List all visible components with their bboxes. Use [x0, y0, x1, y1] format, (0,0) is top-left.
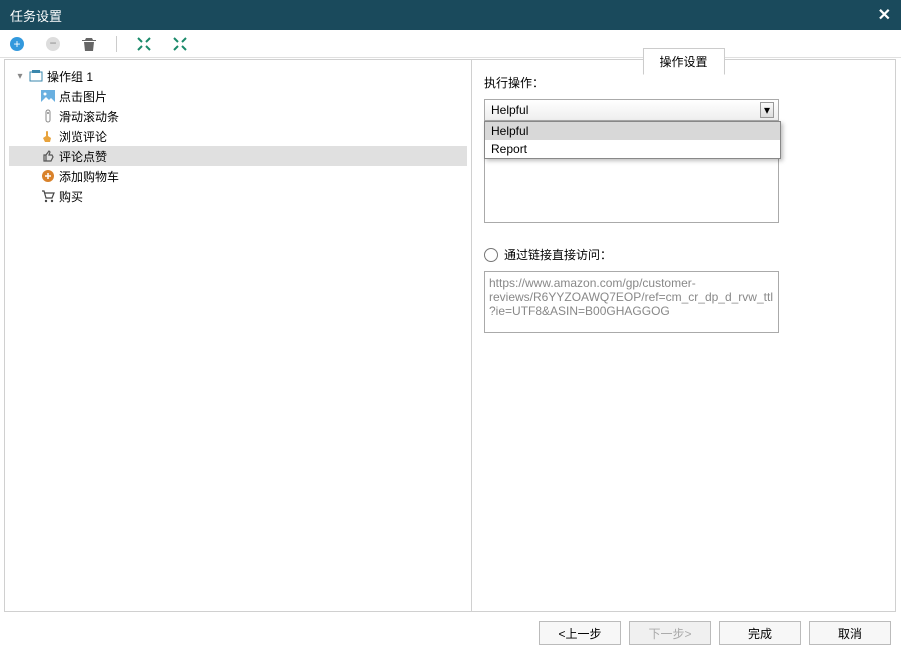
footer-buttons: <上一步 下一步> 完成 取消 [539, 621, 891, 645]
tree-item-browse-review[interactable]: 浏览评论 [9, 126, 467, 146]
tree-item-label: 评论点赞 [57, 148, 107, 165]
separator [116, 36, 117, 52]
tree-item-label: 滑动滚动条 [57, 108, 119, 125]
tree-panel: ▾ 操作组 1 点击图片 滑动滚动条 浏览评论 [4, 59, 472, 612]
tree-item-add-cart[interactable]: 添加购物车 [9, 166, 467, 186]
action-dropdown: Helpful Report [484, 121, 781, 159]
action-textarea[interactable] [484, 153, 779, 223]
title-bar: 任务设置 ✕ [0, 0, 901, 30]
tree-root[interactable]: ▾ 操作组 1 [9, 66, 467, 86]
tree-item-label: 点击图片 [57, 88, 107, 105]
tree-item-scroll[interactable]: 滑动滚动条 [9, 106, 467, 126]
settings-form: 执行操作： Helpful ▾ Helpful Report 通过链接直接访问： [472, 60, 895, 336]
add-button[interactable]: + [8, 35, 26, 53]
scroll-icon [39, 108, 57, 124]
toolbar: + − [0, 30, 901, 58]
cart-icon [39, 188, 57, 204]
finish-button[interactable]: 完成 [719, 621, 801, 645]
window-title: 任务设置 [10, 6, 62, 25]
cancel-button[interactable]: 取消 [809, 621, 891, 645]
tree-root-label: 操作组 1 [45, 68, 93, 85]
exec-action-label: 执行操作： [484, 74, 883, 91]
settings-panel: 操作设置 执行操作： Helpful ▾ Helpful Report 通过链接… [471, 59, 896, 612]
thumb-icon [39, 148, 57, 164]
link-textarea[interactable] [484, 271, 779, 333]
next-button: 下一步> [629, 621, 711, 645]
tree-item-click-image[interactable]: 点击图片 [9, 86, 467, 106]
collapse-toggle-icon[interactable]: ▾ [13, 71, 27, 82]
prev-button[interactable]: <上一步 [539, 621, 621, 645]
tree-item-buy[interactable]: 购买 [9, 186, 467, 206]
cart-add-icon [39, 168, 57, 184]
chevron-down-icon: ▾ [760, 102, 774, 118]
main-area: ▾ 操作组 1 点击图片 滑动滚动条 浏览评论 [0, 58, 901, 613]
plus-icon: + [10, 37, 24, 51]
action-select[interactable]: Helpful ▾ [484, 99, 779, 121]
direct-link-label: 通过链接直接访问： [504, 246, 612, 263]
delete-button[interactable] [80, 35, 98, 53]
tree-item-like-review[interactable]: 评论点赞 [9, 146, 467, 166]
close-icon[interactable]: ✕ [878, 5, 891, 25]
tree-item-label: 浏览评论 [57, 128, 107, 145]
trash-icon [81, 36, 97, 52]
expand-icon [136, 36, 152, 52]
tree-item-label: 添加购物车 [57, 168, 119, 185]
dropdown-option-helpful[interactable]: Helpful [485, 122, 780, 140]
tree-item-label: 购买 [57, 188, 83, 205]
tree: ▾ 操作组 1 点击图片 滑动滚动条 浏览评论 [5, 60, 471, 212]
minus-icon: − [46, 37, 60, 51]
collapse-icon [172, 36, 188, 52]
expand-all-button[interactable] [135, 35, 153, 53]
hand-icon [39, 128, 57, 144]
action-select-value: Helpful [491, 103, 528, 117]
dropdown-option-report[interactable]: Report [485, 140, 780, 158]
image-icon [39, 88, 57, 104]
collapse-all-button[interactable] [171, 35, 189, 53]
remove-button[interactable]: − [44, 35, 62, 53]
action-select-wrap: Helpful ▾ Helpful Report [484, 99, 779, 121]
direct-link-radio[interactable] [484, 248, 498, 262]
group-icon [27, 68, 45, 84]
direct-link-row: 通过链接直接访问： [484, 246, 883, 263]
